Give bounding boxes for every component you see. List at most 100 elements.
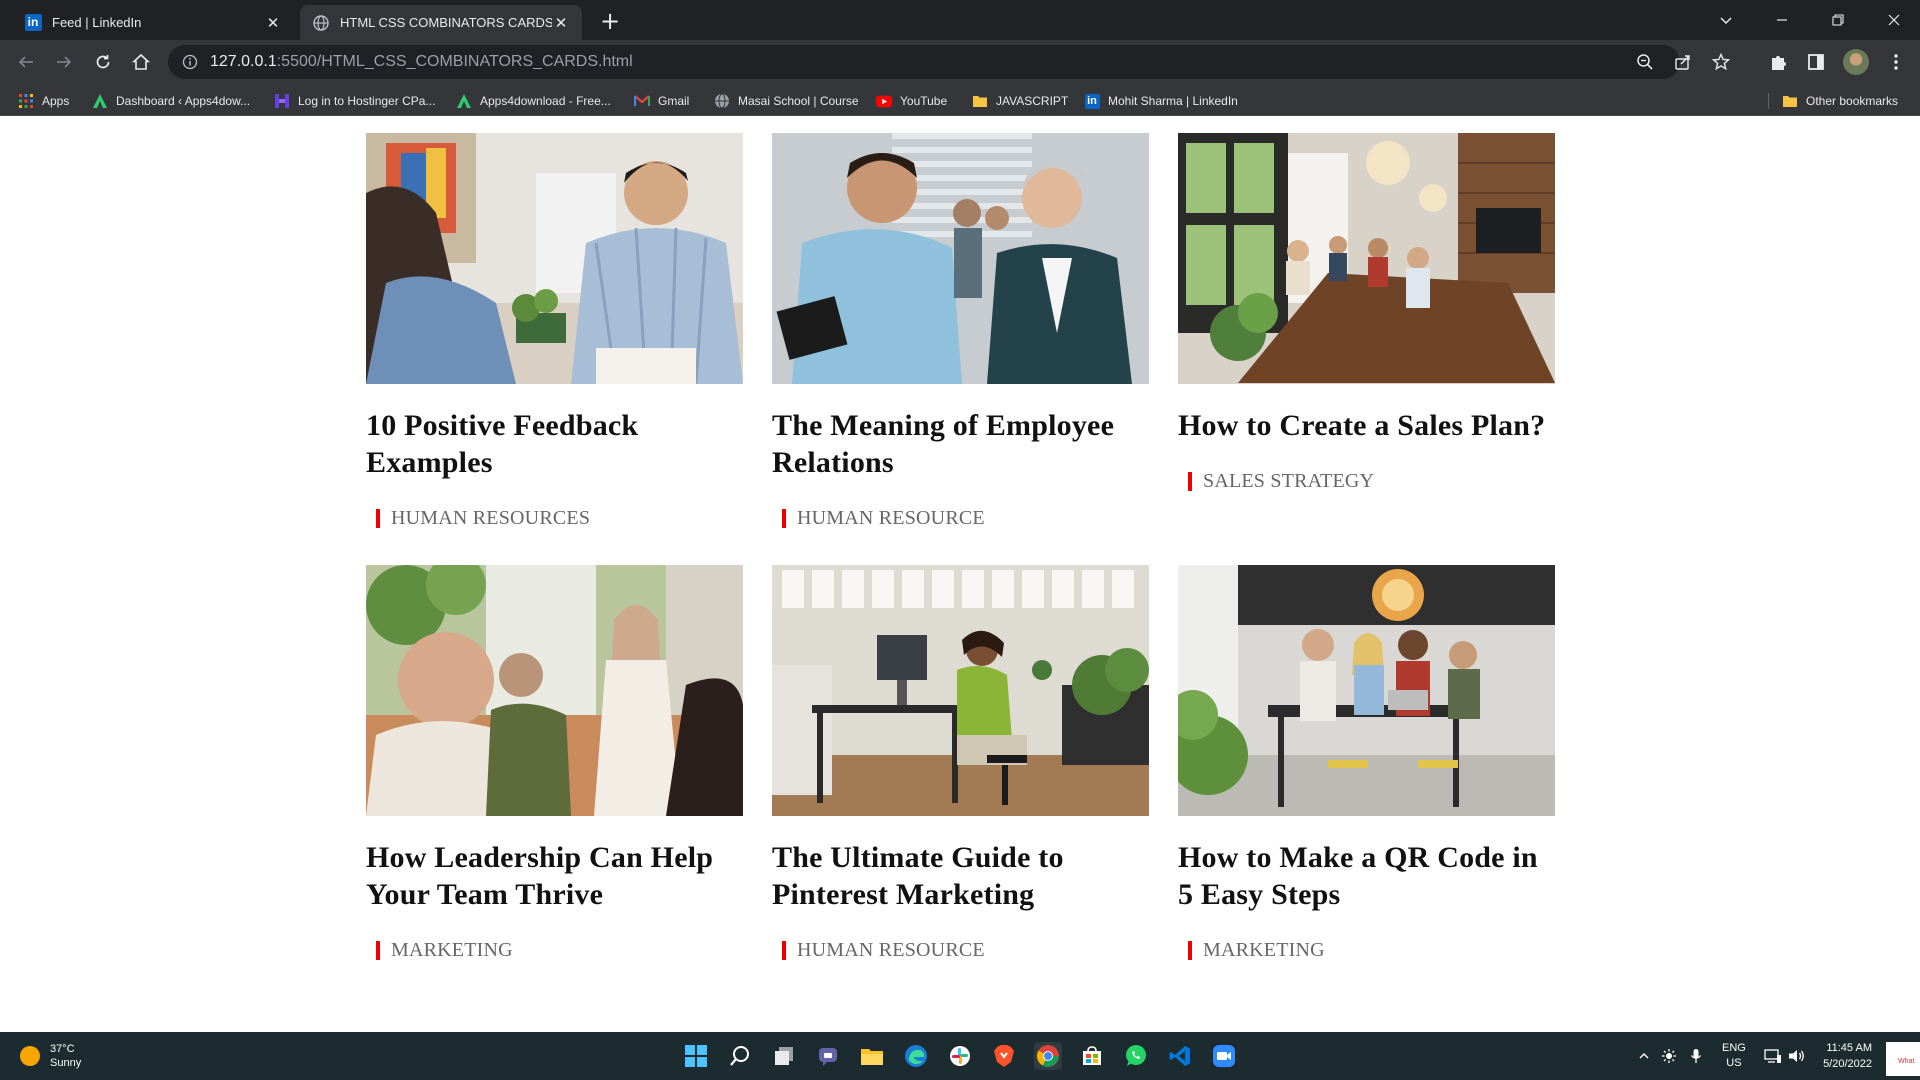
- tab-label: HTML CSS COMBINATORS CARDS: [340, 15, 552, 30]
- bookmark-label: Gmail: [658, 94, 690, 108]
- extensions-puzzle-icon[interactable]: [1768, 52, 1788, 72]
- bookmark-gmail[interactable]: Gmail: [634, 92, 689, 110]
- bookmark-masai-school[interactable]: Masai School | Course: [714, 92, 859, 110]
- article-card[interactable]: The Meaning of Employee Relations HUMAN …: [772, 133, 1149, 530]
- linkedin-icon: in: [24, 14, 42, 32]
- teams-chat-icon[interactable]: [814, 1042, 842, 1070]
- minimize-button[interactable]: [1756, 0, 1808, 40]
- bookmark-apps[interactable]: Apps: [18, 92, 69, 110]
- back-arrow-icon: [18, 56, 33, 68]
- bookmark-label: Mohit Sharma | LinkedIn: [1108, 94, 1238, 108]
- card-category[interactable]: HUMAN RESOURCE: [772, 939, 1149, 962]
- bookmark-mohit-linkedin[interactable]: in Mohit Sharma | LinkedIn: [1084, 92, 1238, 110]
- card-category[interactable]: MARKETING: [366, 939, 743, 962]
- bookmarks-bar: Apps Dashboard ‹ Apps4dow... Log in to H…: [0, 84, 1920, 116]
- microphone-icon[interactable]: [1690, 1032, 1702, 1080]
- card-category[interactable]: HUMAN RESOURCE: [772, 507, 1149, 530]
- card-category[interactable]: SALES STRATEGY: [1178, 470, 1555, 493]
- bookmark-youtube[interactable]: YouTube: [876, 92, 947, 110]
- forward-button[interactable]: [48, 46, 80, 78]
- card-title[interactable]: How to Create a Sales Plan?: [1178, 407, 1555, 444]
- brightness-icon[interactable]: [1662, 1032, 1676, 1080]
- edge-browser-icon[interactable]: [902, 1042, 930, 1070]
- bookmark-label: Masai School | Course: [738, 94, 859, 108]
- card-image-employee-relations: [772, 133, 1149, 384]
- share-icon[interactable]: [1674, 53, 1692, 71]
- tab-search-chevron-icon[interactable]: [1700, 0, 1752, 40]
- bookmarks-separator: [1768, 93, 1769, 109]
- weather-condition: Sunny: [50, 1057, 82, 1069]
- task-view-icon[interactable]: [770, 1042, 798, 1070]
- file-explorer-icon[interactable]: [858, 1042, 886, 1070]
- whatsapp-icon[interactable]: [1122, 1042, 1150, 1070]
- bookmark-label: Apps4download - Free...: [480, 94, 611, 108]
- volume-icon[interactable]: [1788, 1032, 1806, 1080]
- chrome-browser-icon[interactable]: [1034, 1042, 1062, 1070]
- address-bar[interactable]: 127.0.0.1:5500/HTML_CSS_COMBINATORS_CARD…: [168, 45, 1730, 79]
- more-menu-icon[interactable]: [1886, 52, 1906, 72]
- side-panel-icon[interactable]: [1806, 52, 1826, 72]
- category-label: HUMAN RESOURCE: [797, 507, 985, 529]
- card-title[interactable]: How Leadership Can Help Your Team Thrive: [366, 839, 743, 913]
- brave-browser-icon[interactable]: [990, 1042, 1018, 1070]
- restore-button[interactable]: [1812, 0, 1864, 40]
- windows-start-icon[interactable]: [682, 1042, 710, 1070]
- bookmark-apps4download-free[interactable]: Apps4download - Free...: [456, 92, 611, 110]
- zoom-icon[interactable]: [1636, 53, 1654, 71]
- slack-icon[interactable]: [946, 1042, 974, 1070]
- back-button[interactable]: [10, 46, 42, 78]
- weather-widget[interactable]: 37°C Sunny: [20, 1042, 81, 1070]
- linkedin-icon: in: [1084, 93, 1100, 109]
- network-icon[interactable]: [1764, 1032, 1782, 1080]
- zoom-meetings-icon[interactable]: [1210, 1042, 1238, 1070]
- home-button[interactable]: [125, 46, 157, 78]
- bookmark-hostinger[interactable]: Log in to Hostinger CPa...: [274, 92, 435, 110]
- close-window-button[interactable]: [1868, 0, 1920, 40]
- url-text: 127.0.0.1:5500/HTML_CSS_COMBINATORS_CARD…: [210, 53, 633, 70]
- article-card[interactable]: How Leadership Can Help Your Team Thrive…: [366, 565, 743, 962]
- card-title[interactable]: How to Make a QR Code in 5 Easy Steps: [1178, 839, 1555, 913]
- profile-avatar[interactable]: [1843, 49, 1869, 75]
- tab-linkedin-feed[interactable]: in Feed | LinkedIn ✕: [12, 5, 294, 40]
- article-card[interactable]: How to Create a Sales Plan? SALES STRATE…: [1178, 133, 1555, 493]
- apps4download-icon: [456, 93, 472, 109]
- article-card[interactable]: The Ultimate Guide to Pinterest Marketin…: [772, 565, 1149, 962]
- bookmark-label: Apps: [42, 94, 70, 108]
- reload-button[interactable]: [87, 46, 119, 78]
- card-title[interactable]: The Meaning of Employee Relations: [772, 407, 1149, 481]
- card-category[interactable]: MARKETING: [1178, 939, 1555, 962]
- card-image-leadership-presentation: [366, 565, 743, 816]
- weather-temp: 37°C: [50, 1043, 75, 1055]
- show-hidden-icons-chevron-icon[interactable]: [1638, 1032, 1650, 1080]
- site-info-icon[interactable]: [182, 54, 198, 70]
- category-label: HUMAN RESOURCES: [391, 507, 591, 529]
- clock-time: 11:45 AM: [1826, 1042, 1872, 1054]
- article-card[interactable]: How to Make a QR Code in 5 Easy Steps MA…: [1178, 565, 1555, 962]
- folder-icon: [972, 93, 988, 109]
- tab-html-css-combinators[interactable]: HTML CSS COMBINATORS CARDS ✕: [300, 5, 582, 40]
- card-title[interactable]: The Ultimate Guide to Pinterest Marketin…: [772, 839, 1149, 913]
- bookmark-star-icon[interactable]: [1712, 53, 1730, 71]
- language-code: ENG: [1722, 1042, 1746, 1054]
- category-label: MARKETING: [391, 939, 513, 961]
- input-language-indicator[interactable]: ENG US: [1722, 1032, 1746, 1080]
- apps-grid-icon: [18, 93, 34, 109]
- new-tab-button[interactable]: +: [596, 8, 624, 36]
- bookmark-other-bookmarks[interactable]: Other bookmarks: [1782, 92, 1898, 110]
- card-title[interactable]: 10 Positive Feedback Examples: [366, 407, 743, 481]
- notification-preview[interactable]: What: [1886, 1042, 1920, 1076]
- close-tab-icon[interactable]: ✕: [552, 14, 570, 32]
- gmail-icon: [634, 93, 650, 109]
- category-accent-bar: [782, 509, 786, 528]
- vscode-icon[interactable]: [1166, 1042, 1194, 1070]
- search-icon[interactable]: [726, 1042, 754, 1070]
- home-icon: [132, 53, 150, 70]
- microsoft-store-icon[interactable]: [1078, 1042, 1106, 1070]
- card-image-feedback-handshake: [366, 133, 743, 384]
- bookmark-folder-javascript[interactable]: JAVASCRIPT: [972, 92, 1068, 110]
- close-tab-icon[interactable]: ✕: [264, 14, 282, 32]
- bookmark-dashboard-apps4download[interactable]: Dashboard ‹ Apps4dow...: [92, 92, 250, 110]
- card-category[interactable]: HUMAN RESOURCES: [366, 507, 743, 530]
- system-clock[interactable]: 11:45 AM 5/20/2022: [1812, 1040, 1872, 1072]
- article-card[interactable]: 10 Positive Feedback Examples HUMAN RESO…: [366, 133, 743, 530]
